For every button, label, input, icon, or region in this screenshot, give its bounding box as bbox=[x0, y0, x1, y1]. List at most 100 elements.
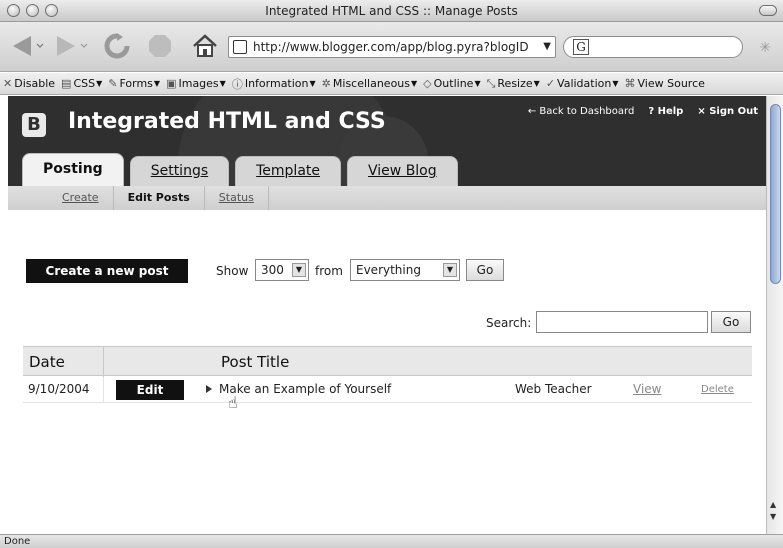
tab-settings[interactable]: Settings bbox=[129, 156, 230, 186]
dropdown-caret-icon: ▼ bbox=[219, 79, 226, 88]
scroll-down-arrow-icon[interactable]: ▼ bbox=[770, 512, 776, 521]
window-title: Integrated HTML and CSS :: Manage Posts bbox=[265, 4, 518, 18]
tab-view-blog[interactable]: View Blog bbox=[347, 156, 458, 186]
resize-icon: ⤡ bbox=[486, 76, 496, 90]
information-icon: ⓘ bbox=[231, 77, 243, 91]
edit-post-button[interactable]: Edit bbox=[116, 380, 184, 400]
view-post-link[interactable]: View bbox=[633, 382, 661, 396]
hand-pointer-cursor-icon: ☝ bbox=[228, 393, 238, 412]
help-link[interactable]: ? Help bbox=[648, 106, 683, 117]
outline-icon: ◇ bbox=[423, 77, 432, 90]
google-search-icon[interactable]: G bbox=[573, 39, 589, 55]
from-filter-dropdown-icon[interactable]: ▼ bbox=[443, 263, 457, 277]
blog-header: B Integrated HTML and CSS ← Back to Dash… bbox=[8, 96, 766, 186]
post-search-input[interactable] bbox=[536, 311, 708, 333]
post-title-column-header: Post Title bbox=[221, 353, 290, 371]
table-row: 9/10/2004 Edit Make an Example of Yourse… bbox=[23, 377, 752, 403]
devbar-item-label: Forms bbox=[119, 77, 153, 90]
blog-title: Integrated HTML and CSS bbox=[68, 109, 386, 134]
view-source-icon: ⌘ bbox=[624, 77, 636, 90]
home-icon bbox=[193, 34, 217, 57]
subnav-status[interactable]: Status bbox=[205, 186, 269, 210]
devbar-item-forms[interactable]: ✎ Forms ▼ bbox=[108, 77, 160, 90]
subnav-create[interactable]: Create bbox=[48, 186, 114, 210]
dropdown-caret-icon: ▼ bbox=[533, 79, 540, 88]
devbar-item-validation[interactable]: ✓ Validation ▼ bbox=[546, 77, 619, 90]
scroll-up-arrow-icon[interactable]: ▲ bbox=[770, 500, 776, 509]
show-go-button[interactable]: Go bbox=[466, 259, 504, 281]
scrollbar-thumb[interactable] bbox=[770, 104, 781, 284]
devbar-item-css[interactable]: ▤ CSS ▼ bbox=[61, 77, 102, 90]
forward-arrow-icon bbox=[57, 36, 88, 56]
devbar-item-label: Images bbox=[178, 77, 219, 90]
devbar-item-miscellaneous[interactable]: ✲ Miscellaneous ▼ bbox=[322, 77, 418, 90]
home-button[interactable] bbox=[190, 32, 220, 60]
back-button[interactable] bbox=[8, 32, 48, 60]
show-label: Show bbox=[216, 264, 249, 278]
devbar-item-label: Miscellaneous bbox=[332, 77, 411, 90]
address-dropdown-icon[interactable]: ▼ bbox=[543, 37, 551, 57]
devbar-item-label: Information bbox=[244, 77, 309, 90]
forward-button[interactable] bbox=[52, 32, 92, 60]
validation-icon: ✓ bbox=[545, 77, 556, 90]
column-divider bbox=[103, 347, 104, 377]
devbar-item-label: Outline bbox=[433, 77, 474, 90]
devbar-item-label: Validation bbox=[557, 77, 612, 90]
from-filter-value: Everything bbox=[356, 263, 421, 277]
dropdown-caret-icon: ▼ bbox=[612, 79, 619, 88]
devbar-item-disable[interactable]: ✕ Disable bbox=[3, 77, 55, 90]
show-count-value: 300 bbox=[261, 263, 284, 277]
browser-toolbar: http://www.blogger.com/app/blog.pyra?blo… bbox=[0, 22, 783, 72]
devbar-item-resize[interactable]: ⤡ Resize ▼ bbox=[487, 77, 540, 91]
show-count-dropdown-icon[interactable]: ▼ bbox=[292, 263, 306, 277]
posting-subnav: Create Edit Posts Status bbox=[8, 186, 766, 210]
address-bar[interactable]: http://www.blogger.com/app/blog.pyra?blo… bbox=[228, 36, 556, 58]
sign-out-link[interactable]: × Sign Out bbox=[697, 106, 758, 117]
devbar-item-images[interactable]: ▣ Images ▼ bbox=[166, 77, 226, 90]
subnav-edit-posts[interactable]: Edit Posts bbox=[114, 186, 205, 210]
developer-toolbar: ✕ Disable ▤ CSS ▼ ✎ Forms ▼ ▣ Images ▼ ⓘ Information… bbox=[0, 73, 783, 95]
address-url: http://www.blogger.com/app/blog.pyra?blo… bbox=[253, 40, 529, 54]
reload-icon bbox=[104, 33, 130, 59]
devbar-item-label: CSS bbox=[73, 77, 96, 90]
post-author: Web Teacher bbox=[515, 382, 592, 396]
post-date: 9/10/2004 bbox=[28, 382, 90, 396]
dropdown-caret-icon: ▼ bbox=[309, 79, 316, 88]
column-divider bbox=[103, 377, 104, 403]
search-label: Search: bbox=[486, 316, 532, 330]
browser-search-field[interactable]: G bbox=[563, 36, 743, 58]
devbar-item-information[interactable]: ⓘ Information ▼ bbox=[232, 76, 316, 92]
create-new-post-button[interactable]: Create a new post bbox=[26, 259, 188, 283]
posts-table-header: Date Post Title bbox=[23, 346, 752, 377]
back-arrow-icon bbox=[13, 36, 44, 56]
stop-icon bbox=[149, 35, 171, 57]
disable-icon: ✕ bbox=[3, 77, 13, 90]
devbar-item-label: Disable bbox=[14, 77, 56, 90]
tab-posting[interactable]: Posting bbox=[22, 153, 124, 186]
expand-triangle-icon[interactable] bbox=[206, 385, 212, 393]
tab-template[interactable]: Template bbox=[235, 156, 342, 186]
devbar-item-outline[interactable]: ◇ Outline ▼ bbox=[423, 77, 480, 90]
from-label: from bbox=[315, 264, 343, 278]
activity-spinner-icon: ✳ bbox=[759, 40, 771, 56]
devbar-item-label: View Source bbox=[637, 77, 705, 90]
blogger-logo-icon[interactable]: B bbox=[22, 113, 46, 137]
post-title-link[interactable]: Make an Example of Yourself bbox=[219, 382, 391, 396]
devbar-item-view-source[interactable]: ⌘ View Source bbox=[625, 77, 705, 90]
css-icon: ▤ bbox=[61, 77, 72, 90]
devbar-item-label: Resize bbox=[497, 77, 533, 90]
back-to-dashboard-link[interactable]: ← Back to Dashboard bbox=[528, 106, 634, 117]
toolbar-toggle-button[interactable] bbox=[759, 5, 777, 16]
dropdown-caret-icon: ▼ bbox=[474, 79, 481, 88]
images-icon: ▣ bbox=[166, 77, 177, 90]
from-filter-select[interactable]: Everything ▼ bbox=[350, 259, 460, 281]
show-count-select[interactable]: 300 ▼ bbox=[255, 259, 309, 281]
main-tabs: Posting Settings Template View Blog bbox=[22, 153, 458, 186]
search-go-button[interactable]: Go bbox=[711, 311, 751, 333]
window-titlebar: Integrated HTML and CSS :: Manage Posts bbox=[0, 0, 783, 22]
vertical-scrollbar[interactable]: ▲ ▼ bbox=[766, 96, 783, 534]
delete-post-link[interactable]: Delete bbox=[701, 384, 734, 395]
status-bar: Done bbox=[0, 534, 783, 548]
stop-button[interactable] bbox=[145, 32, 175, 60]
reload-button[interactable] bbox=[102, 32, 132, 60]
